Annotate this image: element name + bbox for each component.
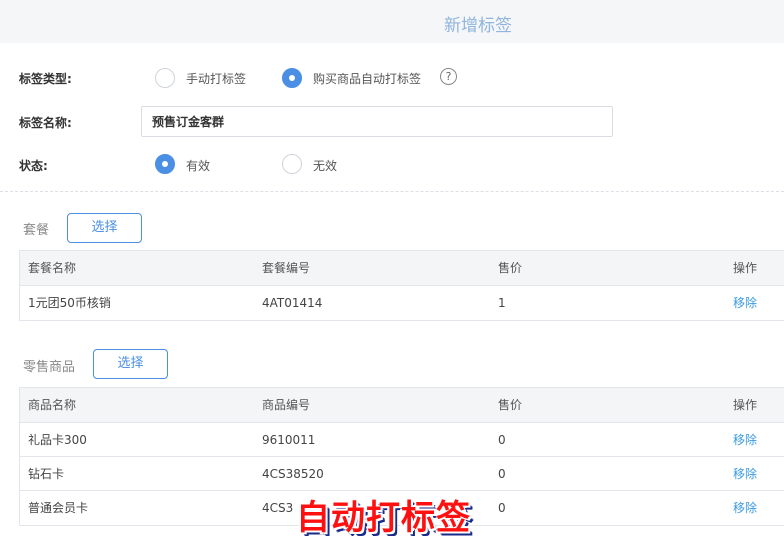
- status-label: 状态:: [19, 159, 48, 173]
- divider: [0, 191, 784, 192]
- remove-link[interactable]: 移除: [733, 423, 757, 457]
- dialog-title: 新增标签: [444, 16, 512, 36]
- radio-auto-tag[interactable]: [282, 68, 302, 88]
- retail-select-button[interactable]: 选择: [93, 349, 168, 379]
- package-section-title: 套餐: [23, 223, 50, 238]
- table-header: 套餐名称 套餐编号 售价 操作: [20, 251, 784, 286]
- radio-status-valid-label[interactable]: 有效: [186, 157, 210, 174]
- product-code: 9610011: [262, 433, 316, 447]
- product-code: 4CS3: [262, 501, 294, 515]
- radio-status-invalid[interactable]: [282, 154, 302, 174]
- table-row: 钻石卡 4CS38520 0 移除: [20, 457, 784, 491]
- caption-overlay: 自动打标签: [296, 498, 471, 536]
- column-header: 售价: [498, 261, 523, 275]
- remove-link[interactable]: 移除: [733, 457, 757, 491]
- remove-link[interactable]: 移除: [733, 286, 757, 320]
- product-price: 0: [498, 501, 506, 515]
- table-row: 礼品卡300 9610011 0 移除: [20, 423, 784, 457]
- tag-name-label: 标签名称:: [19, 116, 72, 130]
- dialog-header: 新增标签: [0, 0, 784, 43]
- table-header: 商品名称 商品编号 售价 操作: [20, 388, 784, 423]
- help-icon[interactable]: ?: [440, 68, 457, 85]
- package-name: 1元团50币核销: [28, 296, 111, 310]
- column-header: 商品编号: [262, 398, 311, 412]
- product-price: 0: [498, 433, 506, 447]
- radio-status-invalid-label[interactable]: 无效: [313, 157, 337, 174]
- product-code: 4CS38520: [262, 467, 324, 481]
- package-table: 套餐名称 套餐编号 售价 操作 1元团50币核销 4AT01414 1 移除: [19, 250, 784, 321]
- package-price: 1: [498, 296, 506, 310]
- package-code: 4AT01414: [262, 296, 323, 310]
- remove-link[interactable]: 移除: [733, 491, 757, 525]
- column-header: 套餐名称: [28, 261, 77, 275]
- package-select-button[interactable]: 选择: [67, 213, 142, 243]
- table-row: 1元团50币核销 4AT01414 1 移除: [20, 286, 784, 320]
- retail-section-title: 零售商品: [23, 360, 76, 375]
- column-header: 操作: [733, 398, 758, 412]
- column-header: 操作: [733, 261, 758, 275]
- radio-auto-tag-label[interactable]: 购买商品自动打标签: [313, 70, 421, 87]
- column-header: 商品名称: [28, 398, 77, 412]
- column-header: 售价: [498, 398, 523, 412]
- tag-name-input[interactable]: [141, 106, 613, 137]
- column-header: 套餐编号: [262, 261, 311, 275]
- tag-type-label: 标签类型:: [19, 72, 72, 86]
- radio-manual-tag[interactable]: [155, 68, 175, 88]
- radio-manual-tag-label[interactable]: 手动打标签: [186, 70, 246, 87]
- product-name: 礼品卡300: [28, 433, 87, 447]
- product-price: 0: [498, 467, 506, 481]
- radio-status-valid[interactable]: [155, 154, 175, 174]
- product-name: 钻石卡: [28, 467, 65, 481]
- product-name: 普通会员卡: [28, 501, 89, 515]
